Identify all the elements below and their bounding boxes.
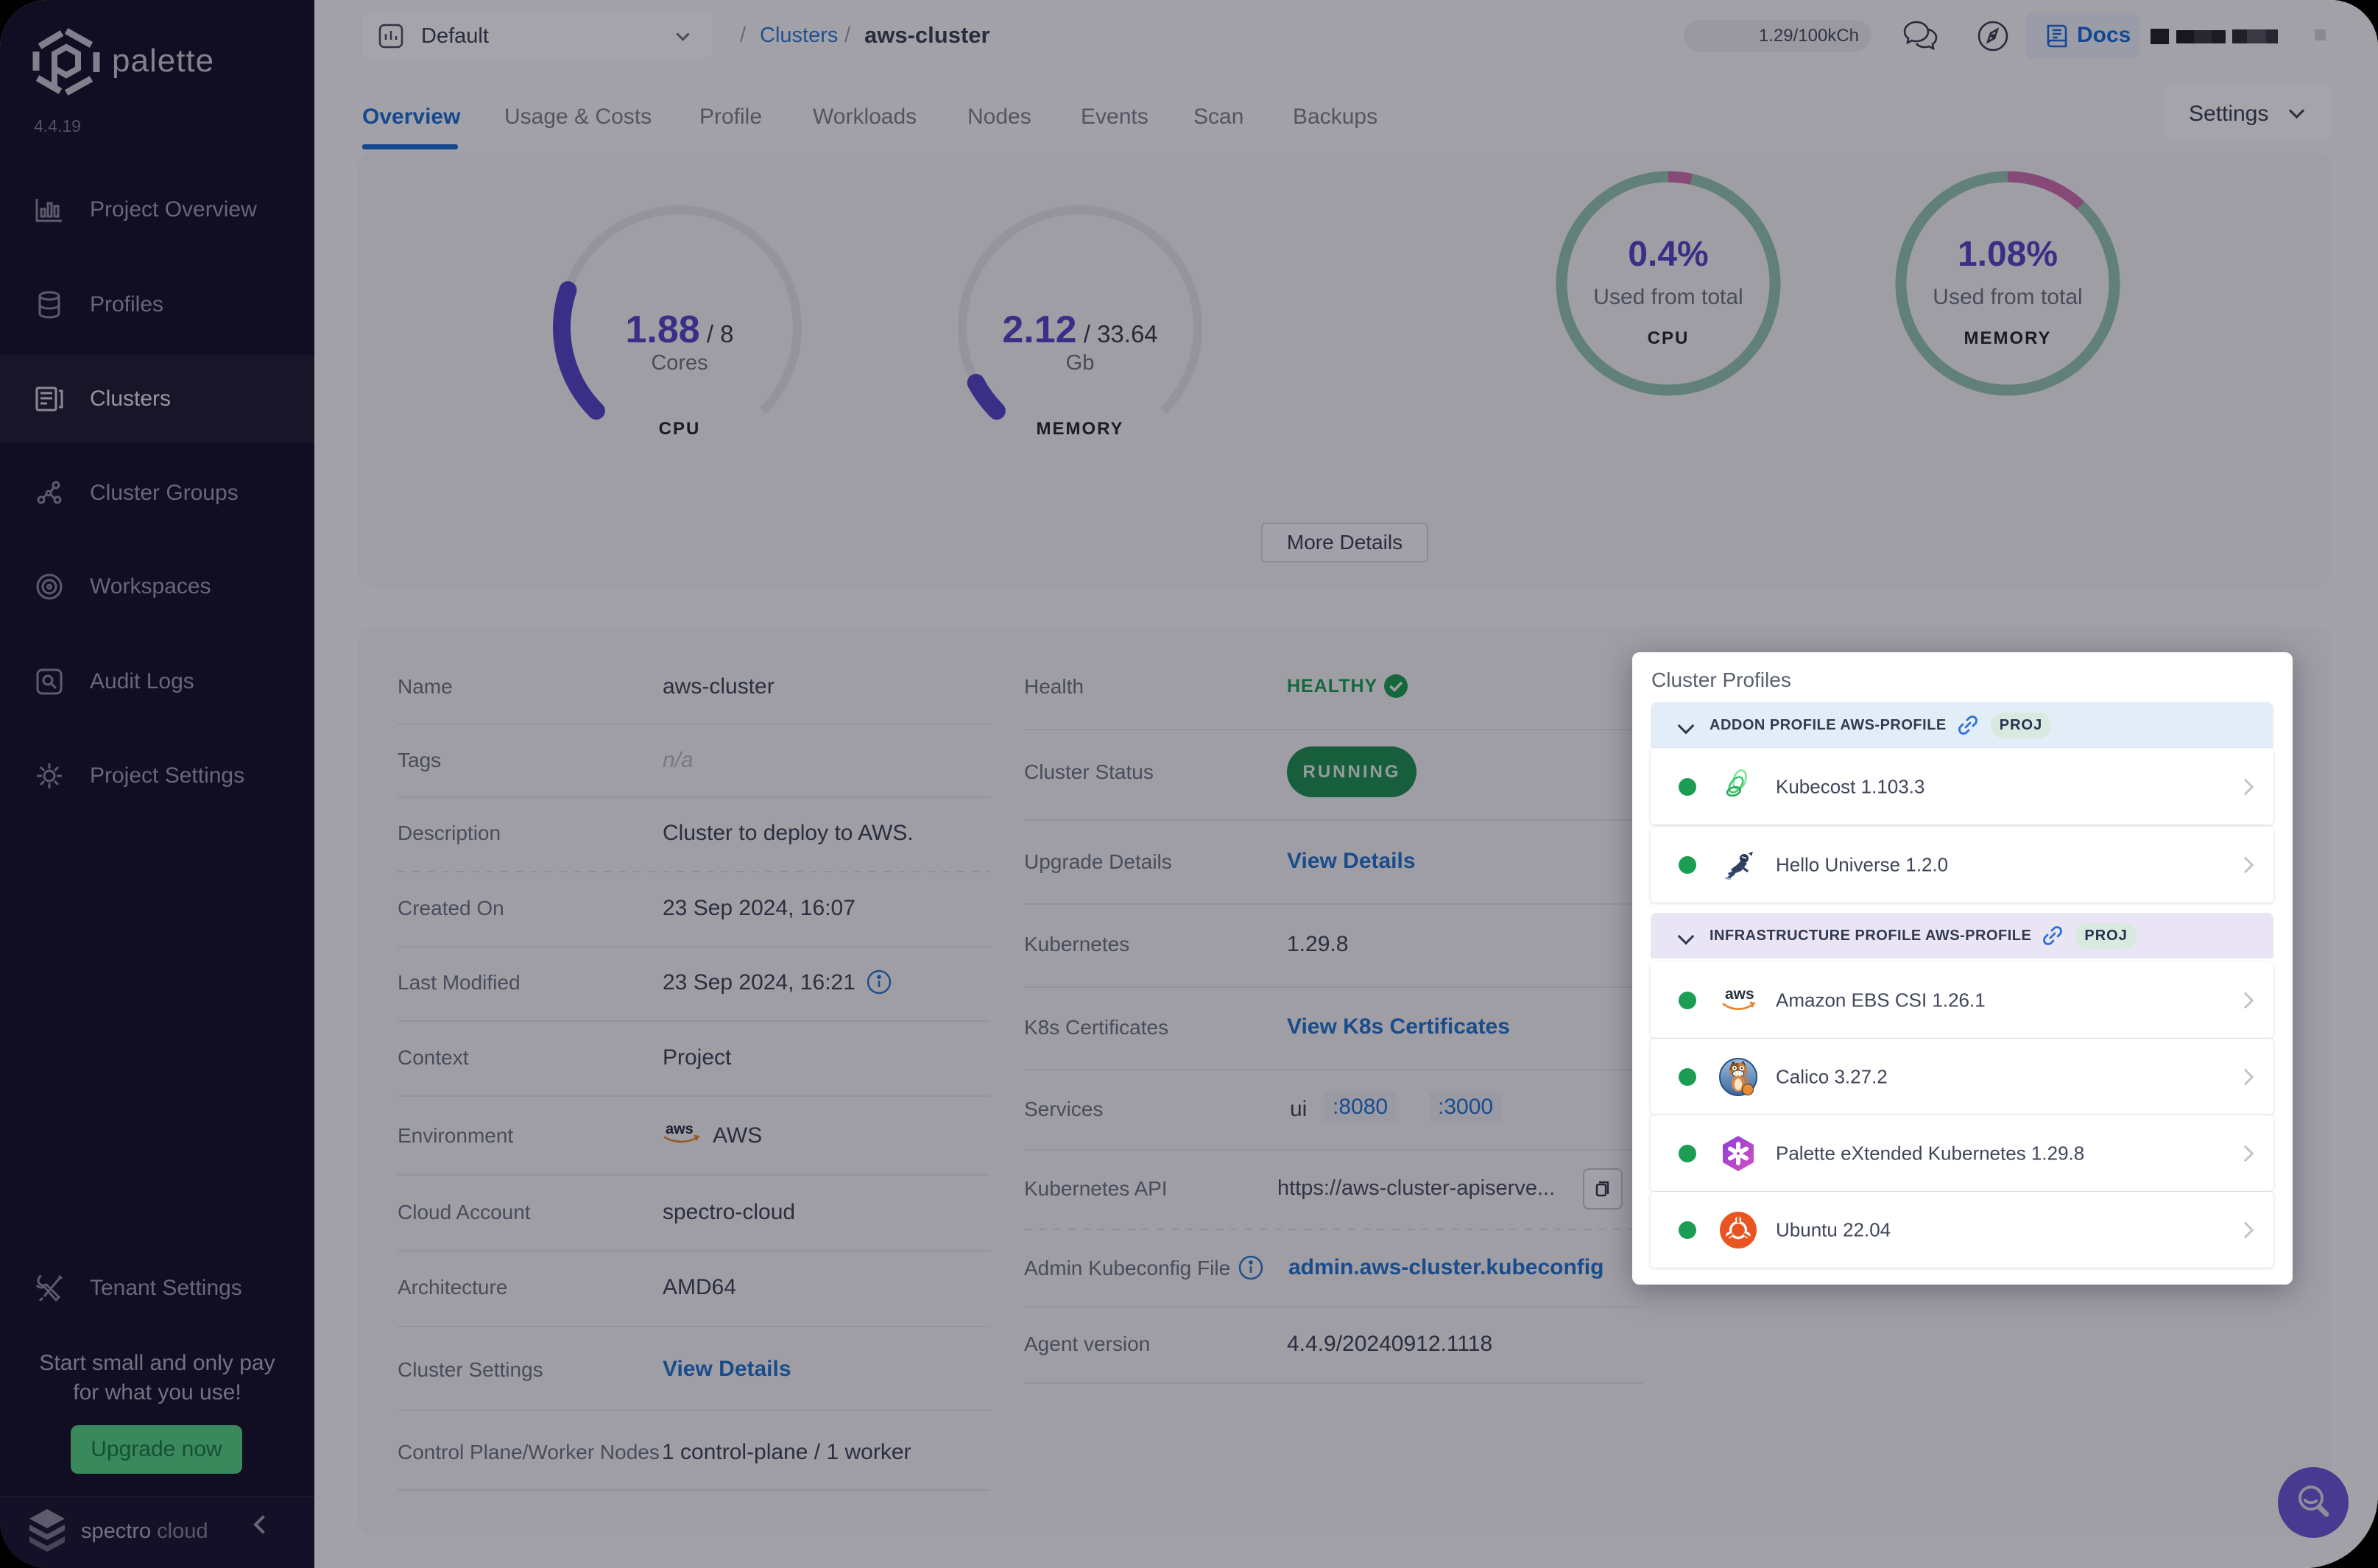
- svg-text:aws: aws: [1725, 986, 1754, 1003]
